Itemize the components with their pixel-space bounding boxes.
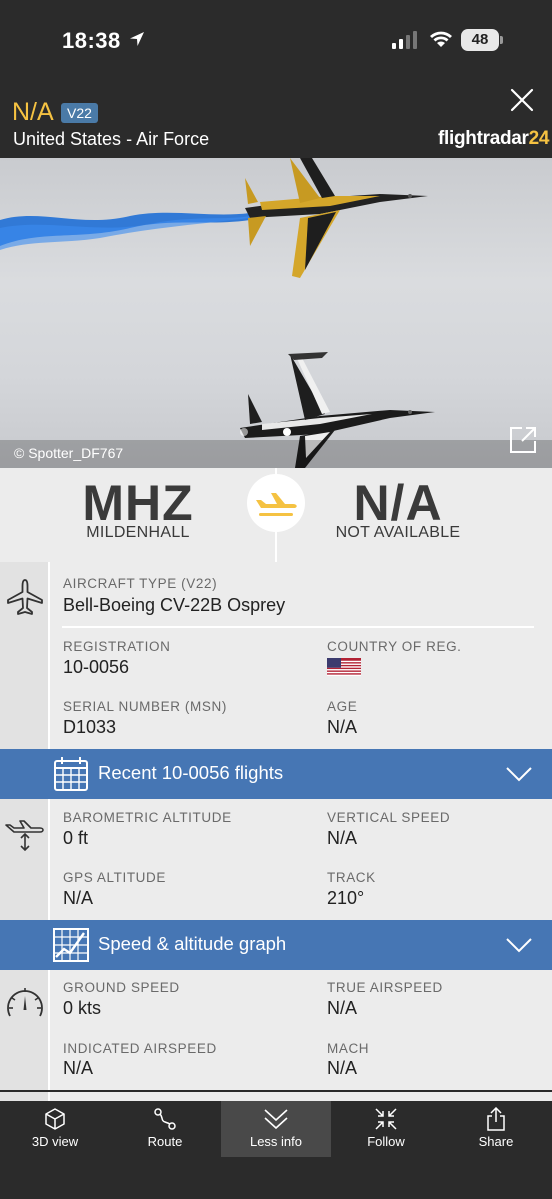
gps-altitude-value: N/A bbox=[63, 888, 94, 908]
country-label: COUNTRY OF REG. bbox=[327, 639, 462, 654]
status-time: 18:38 bbox=[62, 28, 121, 53]
battery-tip bbox=[500, 36, 503, 44]
flight-callsign: N/A bbox=[12, 98, 54, 126]
tab-route[interactable]: Route bbox=[110, 1101, 220, 1157]
chevron-down-icon bbox=[506, 938, 532, 953]
route-plane-badge bbox=[247, 474, 305, 532]
us-flag-icon bbox=[327, 658, 361, 676]
next-section-rail bbox=[0, 1092, 50, 1101]
battery-level: 48 bbox=[461, 29, 499, 51]
recent-flights-bar[interactable]: Recent 10-0056 flights bbox=[0, 749, 552, 799]
flightradar24-logo: flightradar24 bbox=[438, 128, 549, 150]
aircraft-photo-image bbox=[0, 158, 552, 468]
airplane-departure-icon bbox=[256, 493, 297, 516]
brand-number: 24 bbox=[528, 128, 550, 149]
mach-label: MACH bbox=[327, 1041, 370, 1056]
close-icon[interactable] bbox=[508, 86, 536, 114]
aircraft-type-badge: V22 bbox=[61, 103, 98, 123]
tab-label: Share bbox=[478, 1134, 514, 1149]
airplane-icon bbox=[7, 579, 43, 615]
external-link-icon[interactable] bbox=[509, 426, 537, 454]
age-label: AGE bbox=[327, 699, 358, 714]
chevrons-down-icon bbox=[264, 1109, 288, 1130]
divider bbox=[62, 626, 534, 628]
cube-icon bbox=[45, 1108, 65, 1130]
vertical-speed-value: N/A bbox=[327, 828, 358, 848]
mach-value: N/A bbox=[327, 1058, 358, 1078]
route-panel: MHZ MILDENHALL N/A NOT AVAILABLE bbox=[0, 468, 552, 562]
origin-airport-name: MILDENHALL bbox=[86, 524, 190, 541]
speed-section: GROUND SPEED 0 kts TRUE AIRSPEED N/A IND… bbox=[0, 970, 552, 1090]
tab-share[interactable]: Share bbox=[441, 1101, 551, 1157]
tab-3d-view[interactable]: 3D view bbox=[0, 1101, 110, 1157]
next-section-peek bbox=[0, 1092, 552, 1101]
wifi-icon bbox=[430, 31, 452, 47]
speed-rail bbox=[0, 970, 50, 1090]
bottom-tab-bar: 3D view Route Less info Follow Share bbox=[0, 1101, 552, 1199]
photo-credit: © Spotter_DF767 bbox=[14, 445, 124, 461]
serial-number-label: SERIAL NUMBER (MSN) bbox=[63, 699, 227, 714]
serial-number-value: D1033 bbox=[63, 717, 117, 737]
barometric-altitude-value: 0 ft bbox=[63, 828, 89, 848]
indicated-airspeed-value: N/A bbox=[63, 1058, 94, 1078]
age-value: N/A bbox=[327, 717, 358, 737]
true-airspeed-value: N/A bbox=[327, 998, 358, 1018]
jet-top bbox=[245, 158, 428, 278]
route-icon bbox=[154, 1108, 176, 1130]
true-airspeed-label: TRUE AIRSPEED bbox=[327, 980, 443, 995]
altitude-rail bbox=[0, 799, 50, 920]
aircraft-type-label: AIRCRAFT TYPE (V22) bbox=[63, 576, 218, 591]
tab-label: Follow bbox=[367, 1134, 405, 1149]
speed-altitude-graph-label: Speed & altitude graph bbox=[98, 933, 287, 954]
follow-icon bbox=[375, 1108, 397, 1130]
graph-icon bbox=[53, 928, 89, 962]
calendar-icon bbox=[54, 757, 88, 791]
tab-label: Route bbox=[147, 1134, 183, 1149]
aircraft-info-section: AIRCRAFT TYPE (V22) Bell-Boeing CV-22B O… bbox=[0, 562, 552, 749]
tab-follow[interactable]: Follow bbox=[331, 1101, 441, 1157]
indicated-airspeed-label: INDICATED AIRSPEED bbox=[63, 1041, 217, 1056]
altitude-section: BAROMETRIC ALTITUDE 0 ft VERTICAL SPEED … bbox=[0, 799, 552, 920]
gps-altitude-label: GPS ALTITUDE bbox=[63, 870, 166, 885]
altitude-icon bbox=[5, 820, 44, 851]
destination-airport-name: NOT AVAILABLE bbox=[335, 524, 461, 541]
aircraft-info-rail bbox=[0, 562, 50, 749]
ground-speed-label: GROUND SPEED bbox=[63, 980, 180, 995]
speedometer-icon bbox=[7, 988, 43, 1017]
photo-pagination-dots[interactable] bbox=[238, 426, 298, 438]
tab-label: 3D view bbox=[31, 1134, 79, 1149]
barometric-altitude-label: BAROMETRIC ALTITUDE bbox=[63, 810, 232, 825]
operator-name: United States - Air Force bbox=[13, 129, 210, 149]
aircraft-photo[interactable]: © Spotter_DF767 bbox=[0, 158, 552, 468]
vertical-speed-label: VERTICAL SPEED bbox=[327, 810, 451, 825]
cellular-signal-icon bbox=[392, 31, 417, 49]
location-arrow-icon bbox=[130, 32, 144, 46]
speed-altitude-graph-bar[interactable]: Speed & altitude graph bbox=[0, 920, 552, 970]
recent-flights-label: Recent 10-0056 flights bbox=[98, 762, 284, 783]
tab-label: Less info bbox=[249, 1134, 303, 1149]
share-icon bbox=[487, 1107, 505, 1131]
ground-speed-value: 0 kts bbox=[63, 998, 102, 1018]
flight-header: N/A V22 United States - Air Force flight… bbox=[0, 82, 552, 158]
track-value: 210° bbox=[327, 888, 365, 908]
track-label: TRACK bbox=[327, 870, 376, 885]
brand-text: flightradar bbox=[438, 128, 529, 149]
status-bar: 18:38 48 bbox=[0, 0, 552, 82]
registration-value: 10-0056 bbox=[63, 657, 130, 677]
aircraft-type-value: Bell-Boeing CV-22B Osprey bbox=[63, 595, 286, 615]
registration-label: REGISTRATION bbox=[63, 639, 171, 654]
chevron-down-icon bbox=[506, 767, 532, 782]
tab-less-info[interactable]: Less info bbox=[221, 1101, 331, 1157]
